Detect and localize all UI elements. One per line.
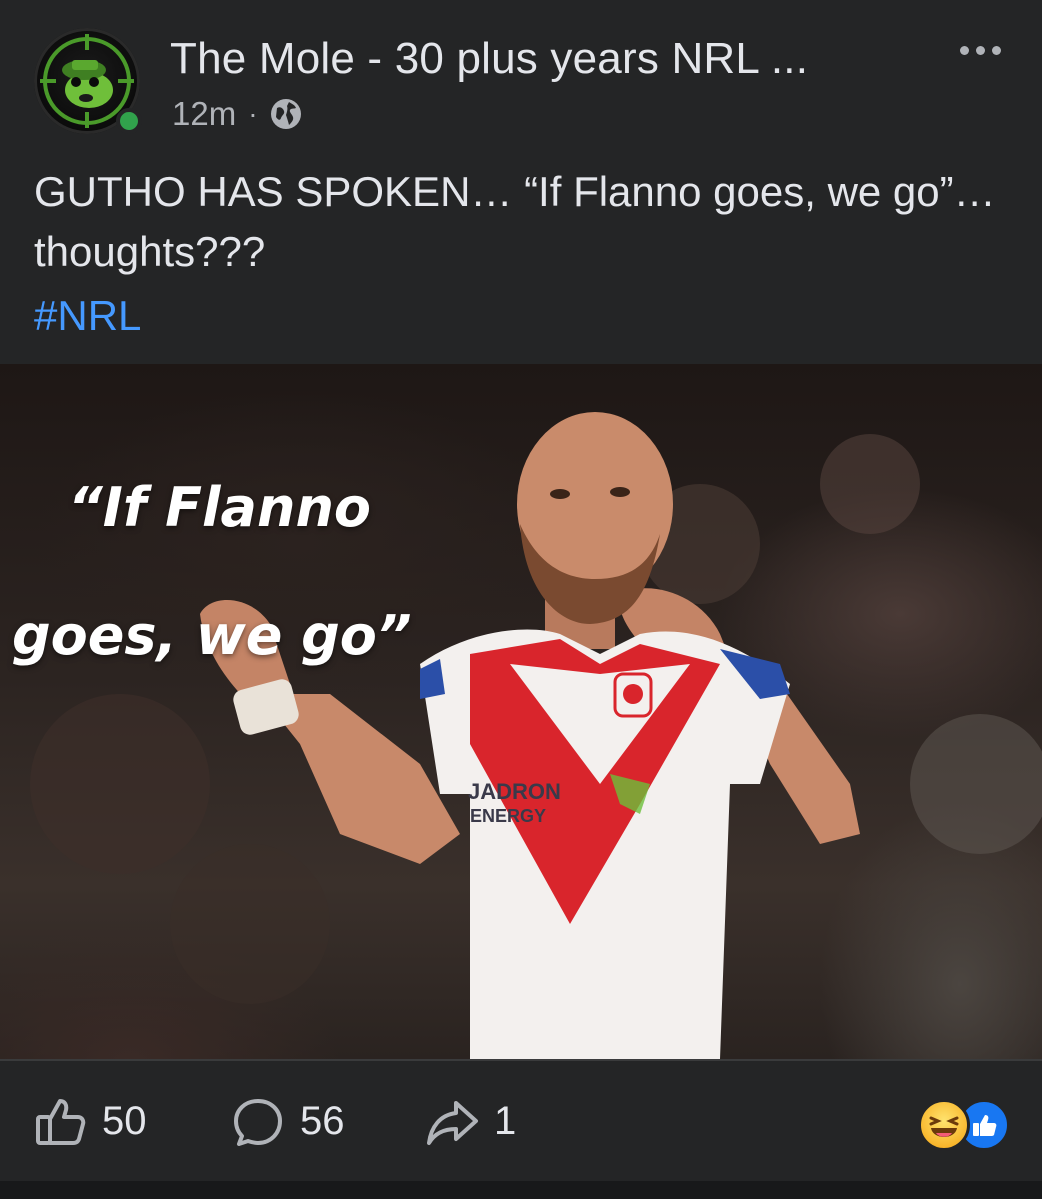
more-dot bbox=[991, 45, 1001, 55]
image-overlay-quote: “If Flanno goes, we go” bbox=[12, 444, 512, 700]
facebook-post: The Mole - 30 plus years NRL ... 12m · G… bbox=[0, 0, 1042, 1199]
comment-bubble-icon bbox=[234, 1099, 282, 1146]
post-meta: 12m · bbox=[172, 94, 304, 134]
reaction-summary[interactable] bbox=[918, 1099, 1014, 1151]
thumbs-up-icon bbox=[36, 1099, 86, 1145]
like-button[interactable]: 50 bbox=[32, 1091, 147, 1151]
more-options-button[interactable] bbox=[948, 30, 1012, 70]
share-arrow-icon bbox=[427, 1101, 478, 1145]
meta-separator: · bbox=[248, 98, 258, 129]
post-header: The Mole - 30 plus years NRL ... 12m · bbox=[0, 0, 1042, 145]
like-count: 50 bbox=[102, 1098, 147, 1143]
post-actions-bar: 50 56 1 bbox=[0, 1061, 1042, 1181]
feed-separator bbox=[0, 1181, 1042, 1199]
page-name-link[interactable]: The Mole - 30 plus years NRL ... bbox=[170, 34, 808, 84]
page-avatar[interactable] bbox=[34, 28, 142, 134]
share-count: 1 bbox=[494, 1098, 517, 1143]
share-button[interactable]: 1 bbox=[424, 1091, 516, 1151]
more-dots-icon bbox=[959, 45, 969, 55]
comment-button[interactable]: 56 bbox=[230, 1091, 345, 1151]
jersey-sponsor-line1: JADRON bbox=[468, 779, 561, 804]
post-time[interactable]: 12m bbox=[172, 95, 236, 133]
haha-reaction-icon bbox=[918, 1099, 970, 1151]
more-dot bbox=[975, 45, 985, 55]
online-status-dot bbox=[116, 108, 142, 134]
globe-icon bbox=[268, 96, 304, 132]
overlay-line-2: goes, we go” bbox=[12, 604, 412, 667]
post-image[interactable]: JADRON ENERGY “If Flanno goes, we go” bbox=[0, 364, 1042, 1059]
hashtag-link[interactable]: #NRL bbox=[34, 286, 141, 346]
post-caption: GUTHO HAS SPOKEN… “If Flanno goes, we go… bbox=[34, 168, 996, 275]
overlay-line-1: “If Flanno bbox=[68, 476, 371, 539]
comment-count: 56 bbox=[300, 1098, 345, 1143]
jersey-sponsor-line2: ENERGY bbox=[470, 806, 546, 826]
